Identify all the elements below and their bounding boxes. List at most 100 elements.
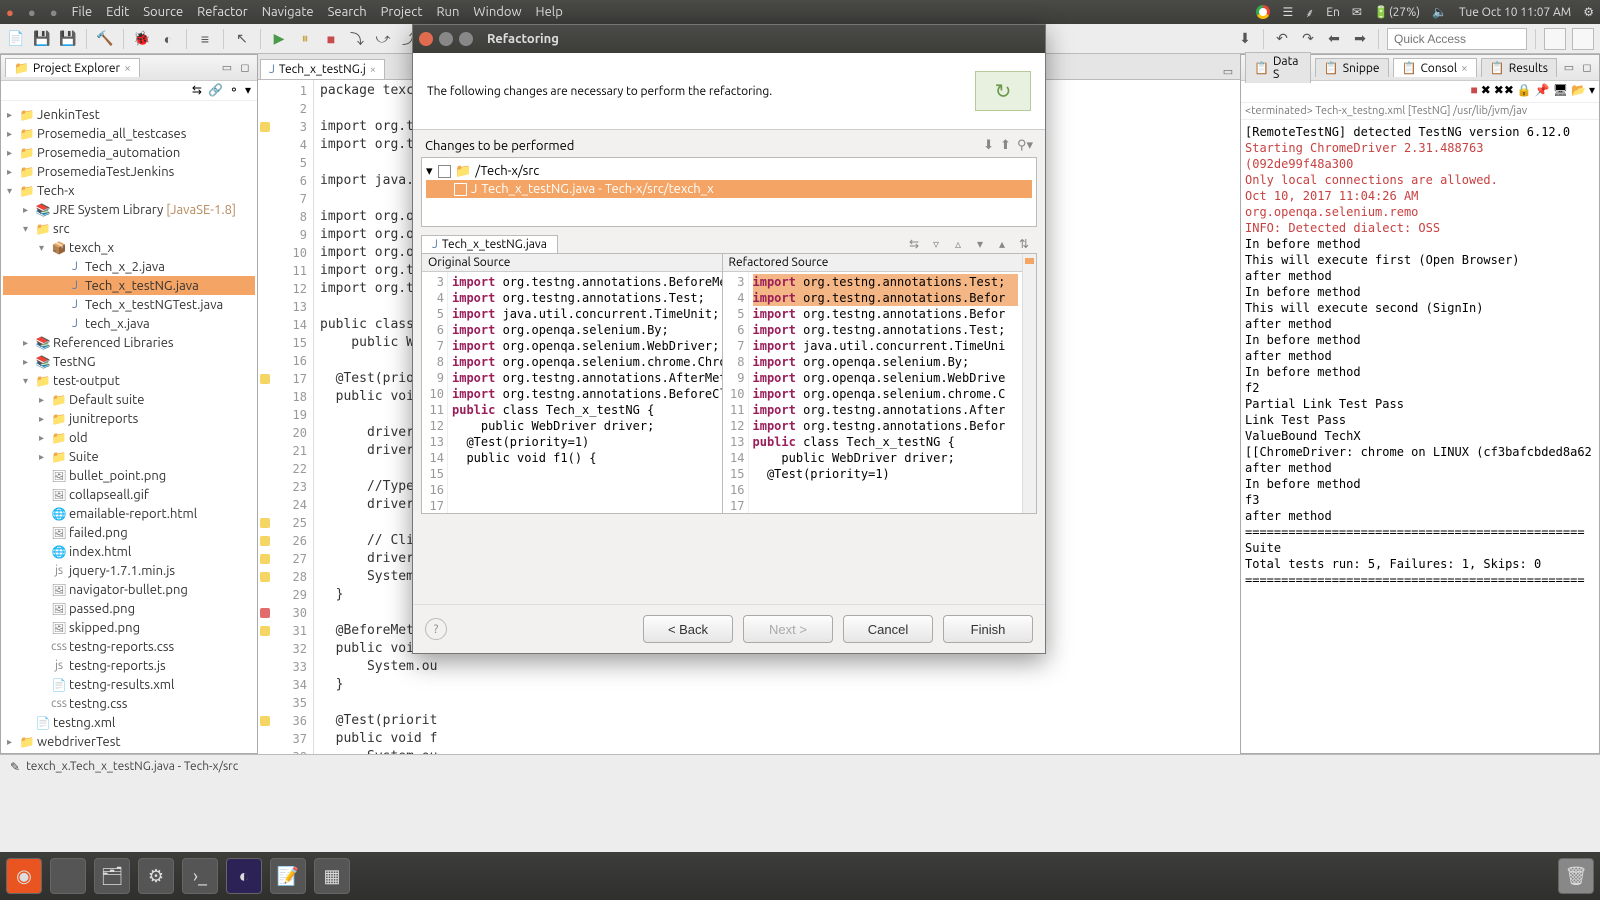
menu-search[interactable]: Search — [328, 5, 367, 19]
tree-row[interactable]: 🖼bullet_point.png — [3, 466, 255, 485]
pointer-icon[interactable]: ↖ — [232, 29, 252, 49]
stop-button[interactable]: ■ — [321, 29, 341, 49]
prev-change-icon[interactable]: ▴ — [993, 235, 1011, 253]
menu-run[interactable]: Run — [436, 5, 459, 19]
tree-row[interactable]: JTech_x_testNG.java - Tech-x/src/texch_x — [426, 180, 1032, 198]
tree-row[interactable]: csstestng.css — [3, 694, 255, 713]
text-editor-icon[interactable]: 📝 — [270, 858, 306, 894]
editor-tab[interactable]: J Tech_x_testNG.j × — [260, 59, 385, 79]
tree-row[interactable]: csstestng-reports.css — [3, 637, 255, 656]
tab-consol[interactable]: 📋 Consol × — [1393, 58, 1477, 77]
finish-button[interactable]: Finish — [943, 615, 1033, 643]
filter-icon[interactable]: ⚬ — [229, 83, 239, 98]
tree-row[interactable]: 🌐index.html — [3, 542, 255, 561]
project-explorer-tab[interactable]: 📁 Project Explorer × — [5, 58, 140, 77]
menu-window[interactable]: Window — [473, 5, 521, 19]
prev-diff-icon[interactable]: ▵ — [949, 235, 967, 253]
tree-row[interactable]: JTech_x_testNG.java — [3, 276, 255, 295]
run-button[interactable]: ▶ — [269, 29, 289, 49]
tree-row[interactable]: ▸📚Referenced Libraries — [3, 333, 255, 352]
checkbox[interactable] — [454, 183, 467, 196]
ubuntu-launcher-icon[interactable]: ◉ — [6, 858, 42, 894]
help-button[interactable]: ? — [425, 618, 447, 640]
gear-icon[interactable]: ⚙ — [1583, 5, 1594, 19]
remove-all-icon[interactable]: ✖✖ — [1494, 83, 1514, 100]
menu-help[interactable]: Help — [536, 5, 563, 19]
filter-icon[interactable]: ⚲▾ — [1017, 138, 1033, 153]
tree-row[interactable]: ▸📁Prosemedia_all_testcases — [3, 124, 255, 143]
menu-project[interactable]: Project — [381, 5, 423, 19]
quick-access-input[interactable] — [1387, 28, 1527, 50]
list-icon[interactable]: ☰ — [1282, 5, 1293, 19]
next-change-icon[interactable]: ▾ — [971, 235, 989, 253]
tree-row[interactable]: ▾ 📁/Tech-x/src — [426, 162, 1032, 180]
tree-row[interactable]: Jtech_x.java — [3, 314, 255, 333]
menu-icon[interactable]: ▾ — [245, 83, 251, 98]
back-button[interactable]: < Back — [643, 615, 733, 643]
close-icon[interactable]: × — [370, 64, 376, 76]
save-button[interactable]: 💾 — [32, 29, 52, 49]
tree-row[interactable]: ▸📚JRE System Library [JavaSE-1.8] — [3, 200, 255, 219]
format-button[interactable]: ≡ — [195, 29, 215, 49]
minimize-icon[interactable] — [439, 32, 453, 46]
step-over-button[interactable]: ⤻ — [373, 29, 393, 49]
maximize-icon[interactable] — [459, 32, 473, 46]
cancel-button[interactable]: Cancel — [843, 615, 933, 643]
nav-button[interactable]: ↷ — [1298, 29, 1318, 49]
menu-source[interactable]: Source — [143, 5, 183, 19]
files-icon[interactable]: 🗂 — [94, 858, 130, 894]
perspective-button[interactable] — [1572, 28, 1594, 50]
maximize-icon[interactable]: ◻ — [1579, 60, 1595, 76]
tab-results[interactable]: 📋 Results — [1481, 58, 1557, 77]
clear-icon[interactable]: ✖ — [1481, 83, 1491, 100]
nav-button[interactable]: ⬇ — [1235, 29, 1255, 49]
wifi-icon[interactable]: ⸙ — [1305, 4, 1314, 21]
build-button[interactable]: 🔨 — [95, 29, 115, 49]
clock[interactable]: Tue Oct 10 11:07 AM — [1459, 6, 1571, 19]
tree-row[interactable]: jsjquery-1.7.1.min.js — [3, 561, 255, 580]
toggle-button[interactable]: ◐ — [158, 29, 178, 49]
tree-row[interactable]: ▾📁test-output — [3, 371, 255, 390]
tree-row[interactable]: 🖼passed.png — [3, 599, 255, 618]
tree-row[interactable]: 🖼navigator-bullet.png — [3, 580, 255, 599]
checkbox[interactable] — [438, 165, 451, 178]
back-button[interactable]: ⬅ — [1324, 29, 1344, 49]
menu-refactor[interactable]: Refactor — [197, 5, 248, 19]
next-diff-icon[interactable]: ▿ — [927, 235, 945, 253]
close-icon[interactable] — [419, 32, 433, 46]
changes-tree[interactable]: ▾ 📁/Tech-x/src JTech_x_testNG.java - Tec… — [421, 157, 1037, 227]
link-icon[interactable]: 🔗 — [208, 83, 223, 98]
copy-all-icon[interactable]: ⇆ — [905, 235, 923, 253]
battery-indicator[interactable]: 🔋(27%) — [1374, 5, 1420, 19]
eclipse-icon[interactable]: ◐ — [226, 858, 262, 894]
pin-icon[interactable]: 📌 — [1535, 83, 1550, 100]
maximize-icon[interactable]: ◻ — [237, 60, 253, 76]
display-icon[interactable]: 🖥 — [1553, 83, 1568, 100]
tree-row[interactable]: ▾📁Tech-x — [3, 181, 255, 200]
tree-row[interactable]: JTech_x_testNGTest.java — [3, 295, 255, 314]
tree-row[interactable]: 📄testng-results.xml — [3, 675, 255, 694]
tree-row[interactable]: ▾📦texch_x — [3, 238, 255, 257]
nav-button[interactable]: ↶ — [1272, 29, 1292, 49]
tree-row[interactable]: ▸📁old — [3, 428, 255, 447]
tree-row[interactable]: ▸📁Suite — [3, 447, 255, 466]
expand-up-icon[interactable]: ⬆ — [1000, 138, 1011, 153]
tab-datas[interactable]: 📋 Data S — [1245, 52, 1311, 83]
minimize-icon[interactable]: ▭ — [1220, 63, 1236, 79]
terminal-icon[interactable]: ›_ — [182, 858, 218, 894]
compare-tab[interactable]: J Tech_x_testNG.java — [421, 235, 558, 253]
stop-icon[interactable]: ■ — [1470, 83, 1477, 100]
volume-icon[interactable]: 🔈 — [1432, 5, 1447, 19]
tree-row[interactable]: ▸📁Prosemedia_automation — [3, 143, 255, 162]
save-all-button[interactable]: 💾 — [58, 29, 78, 49]
menu-edit[interactable]: Edit — [106, 5, 129, 19]
pause-button[interactable]: ⏸ — [295, 29, 315, 49]
chrome-icon[interactable] — [50, 858, 86, 894]
forward-button[interactable]: ➡ — [1350, 29, 1370, 49]
workspaces-icon[interactable]: ▦ — [314, 858, 350, 894]
tree-row[interactable]: 📄testng.xml — [3, 713, 255, 732]
menu-navigate[interactable]: Navigate — [262, 5, 314, 19]
menu-file[interactable]: File — [72, 5, 93, 19]
tree-row[interactable]: 🖼skipped.png — [3, 618, 255, 637]
open-icon[interactable]: 📂 — [1571, 83, 1586, 100]
